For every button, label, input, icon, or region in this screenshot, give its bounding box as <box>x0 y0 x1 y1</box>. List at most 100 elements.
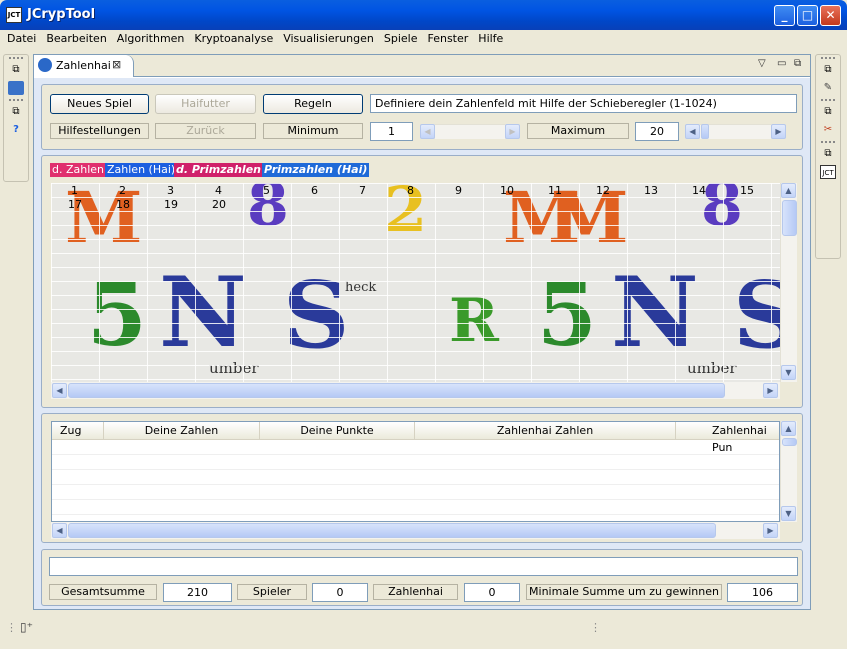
board-cell[interactable]: 13 <box>644 184 658 197</box>
computer-icon[interactable] <box>8 81 24 95</box>
trim-grip[interactable] <box>821 99 835 101</box>
column-header-your-points[interactable]: Deine Punkte <box>260 422 415 440</box>
scroll-up-icon[interactable]: ▲ <box>781 183 796 198</box>
title-bar: JCT JCrypTool _ □ ✕ <box>0 0 847 30</box>
shark-label: Zahlenhai <box>373 584 458 600</box>
table-row[interactable] <box>52 456 779 470</box>
legend-your-primes: d. Primzahlen <box>174 163 263 177</box>
fast-view-icon[interactable]: ▯⁺ <box>20 620 33 634</box>
close-button[interactable]: ✕ <box>820 5 841 26</box>
menu-bearbeiten[interactable]: Bearbeiten <box>41 30 111 48</box>
restore-icon[interactable]: ⧉ <box>820 63 836 77</box>
view-menu-icon[interactable]: ▽ <box>758 58 766 69</box>
new-game-button[interactable]: Neues Spiel <box>50 94 149 114</box>
min-win-label: Minimale Summe um zu gewinnen <box>526 584 722 600</box>
restore-icon[interactable]: ⧉ <box>8 105 24 119</box>
minimum-right-arrow-icon[interactable]: ▶ <box>505 124 520 139</box>
menu-algorithmen[interactable]: Algorithmen <box>112 30 190 48</box>
board-cell[interactable]: 8 <box>407 184 414 197</box>
edit-icon[interactable]: ✎ <box>820 81 836 95</box>
menu-fenster[interactable]: Fenster <box>422 30 473 48</box>
moves-table[interactable]: Zug Deine Zahlen Deine Punkte Zahlenhai … <box>51 421 780 522</box>
rules-button[interactable]: Regeln <box>263 94 363 114</box>
trim-grip[interactable] <box>9 57 23 59</box>
trim-grip[interactable] <box>9 99 23 101</box>
board-cell[interactable]: 7 <box>359 184 366 197</box>
scroll-down-icon[interactable]: ▼ <box>781 365 796 380</box>
column-header-shark-numbers[interactable]: Zahlenhai Zahlen <box>415 422 676 440</box>
table-row[interactable] <box>52 486 779 500</box>
scroll-right-icon[interactable]: ▶ <box>763 383 778 398</box>
table-row[interactable] <box>52 501 779 515</box>
table-vscroll-thumb[interactable] <box>782 438 797 446</box>
scroll-down-icon[interactable]: ▼ <box>781 506 796 521</box>
board-cell[interactable]: 17 <box>68 198 82 211</box>
maximum-right-arrow-icon[interactable]: ▶ <box>771 124 786 139</box>
scroll-right-icon[interactable]: ▶ <box>763 523 778 538</box>
maximum-slider-track[interactable] <box>700 124 771 139</box>
minimum-field[interactable]: 1 <box>370 122 413 141</box>
board-cell[interactable]: 10 <box>500 184 514 197</box>
board-cell[interactable]: 14 <box>692 184 706 197</box>
board-cell[interactable]: 5 <box>263 184 270 197</box>
board-hscroll-thumb[interactable] <box>68 383 725 398</box>
table-row[interactable] <box>52 471 779 485</box>
menu-datei[interactable]: Datei <box>2 30 41 48</box>
maximize-button[interactable]: □ <box>797 5 818 26</box>
board-cell[interactable]: 3 <box>167 184 174 197</box>
status-bar: ⋮ ▯⁺ ⋮ <box>0 617 847 649</box>
board-cell[interactable]: 9 <box>455 184 462 197</box>
tools-icon[interactable]: ✂ <box>820 123 836 137</box>
board-horizontal-scrollbar[interactable]: ◀ ▶ <box>51 382 780 399</box>
board-cell[interactable]: 15 <box>740 184 754 197</box>
table-row[interactable] <box>52 441 779 455</box>
maximum-slider-thumb[interactable] <box>701 124 709 139</box>
restore-icon[interactable]: ⧉ <box>820 147 836 161</box>
board-vscroll-thumb[interactable] <box>782 200 797 236</box>
scroll-left-icon[interactable]: ◀ <box>52 383 67 398</box>
board-cell[interactable]: 4 <box>215 184 222 197</box>
jct-icon[interactable]: JCT <box>820 165 836 179</box>
minimum-left-arrow-icon[interactable]: ◀ <box>420 124 435 139</box>
table-hscroll-thumb[interactable] <box>68 523 716 538</box>
board-cell[interactable]: 11 <box>548 184 562 197</box>
zahlenhai-editor: Zahlenhai ⊠ ▽ ▭ ⧉ Neues Spiel Haifutter … <box>33 54 811 610</box>
minimum-slider-track[interactable] <box>435 124 505 139</box>
column-header-move[interactable]: Zug <box>52 422 104 440</box>
menu-spiele[interactable]: Spiele <box>379 30 423 48</box>
restore-icon[interactable]: ⧉ <box>820 105 836 119</box>
tab-strip: Zahlenhai ⊠ ▽ ▭ ⧉ <box>34 55 810 77</box>
board-cell[interactable]: 2 <box>119 184 126 197</box>
tab-close-icon[interactable]: ⊠ <box>112 58 121 71</box>
shark-food-button[interactable]: Haifutter <box>155 94 256 114</box>
table-horizontal-scrollbar[interactable]: ◀ ▶ <box>51 522 780 539</box>
board-cell[interactable]: 20 <box>212 198 226 211</box>
maximum-field[interactable]: 20 <box>635 122 679 141</box>
restore-icon[interactable]: ⧉ <box>8 63 24 77</box>
scroll-up-icon[interactable]: ▲ <box>781 421 796 436</box>
board-cell[interactable]: 18 <box>116 198 130 211</box>
maximum-left-arrow-icon[interactable]: ◀ <box>685 124 700 139</box>
trim-grip[interactable] <box>821 57 835 59</box>
instruction-field: Definiere dein Zahlenfeld mit Hilfe der … <box>370 94 797 113</box>
minimize-view-icon[interactable]: ▭ <box>777 58 786 69</box>
maximize-view-icon[interactable]: ⧉ <box>794 58 801 69</box>
menu-hilfe[interactable]: Hilfe <box>473 30 508 48</box>
table-vertical-scrollbar[interactable]: ▲ ▼ <box>780 421 797 522</box>
board-cell[interactable]: 6 <box>311 184 318 197</box>
menu-kryptoanalyse[interactable]: Kryptoanalyse <box>189 30 278 48</box>
minimize-button[interactable]: _ <box>774 5 795 26</box>
board-vertical-scrollbar[interactable]: ▲ ▼ <box>780 183 797 382</box>
board-cell[interactable]: 12 <box>596 184 610 197</box>
trim-grip[interactable] <box>821 141 835 143</box>
number-board[interactable]: M 8 2 M M 8 5 N S R 5 N S heck umber umb… <box>51 183 780 382</box>
tab-zahlenhai[interactable]: Zahlenhai ⊠ <box>34 55 134 77</box>
board-cell[interactable]: 1 <box>71 184 78 197</box>
help-icon[interactable]: ? <box>8 123 24 137</box>
column-header-your-numbers[interactable]: Deine Zahlen <box>104 422 260 440</box>
board-cell[interactable]: 19 <box>164 198 178 211</box>
board-group: d. Zahlen Zahlen (Hai) d. Primzahlen Pri… <box>41 155 803 408</box>
menu-visualisierungen[interactable]: Visualisierungen <box>278 30 379 48</box>
column-header-shark-points[interactable]: Zahlenhai Pun <box>676 422 779 454</box>
scroll-left-icon[interactable]: ◀ <box>52 523 67 538</box>
